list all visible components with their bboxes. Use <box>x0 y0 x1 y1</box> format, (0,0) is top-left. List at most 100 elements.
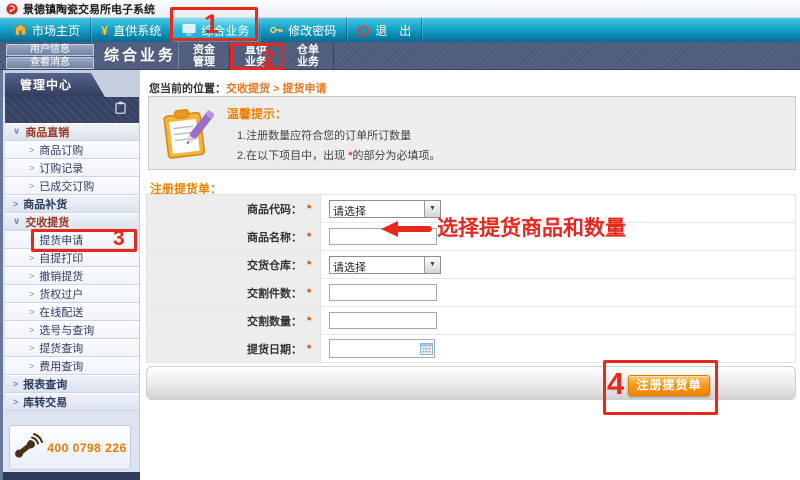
required-star: * <box>307 287 316 299</box>
field-control-cell: 请选择 <box>321 195 795 222</box>
titlebar: 景德镇陶瓷交易所电子系统 <box>0 0 800 18</box>
sidebar-item-label: 交收提货 <box>25 214 69 230</box>
dropdown-arrow-icon[interactable] <box>424 257 440 273</box>
sidebar-item-label: 商品补货 <box>23 196 67 212</box>
sidebar-item-warehouse-transfer[interactable]: > 库转交易 <box>5 393 139 411</box>
menu-item-direct-supply-system[interactable]: ¥ 直供系统 <box>91 18 172 42</box>
field-control-cell <box>321 335 795 362</box>
main-menubar: 市场主页 ¥ 直供系统 综合业务 修改密码 退 出 <box>0 18 800 42</box>
lot-count-input[interactable] <box>329 284 437 301</box>
sidebar-item-completed-orders[interactable]: >已成交订购 <box>5 177 139 195</box>
required-star: * <box>307 343 316 355</box>
sidebar-menu: ∨商品直销 >商品订购 >订购记录 >已成交订购 >商品补货 ∨交收提货 >提货… <box>5 123 139 411</box>
field-label-cell: 商品名称： * <box>147 223 321 250</box>
sidebar-item-label: 库转交易 <box>23 394 67 410</box>
chevron-right-icon: > <box>29 343 34 353</box>
field-label: 交割数量： <box>247 313 302 329</box>
quantity-input[interactable] <box>329 312 437 329</box>
field-label-cell: 商品代码： * <box>147 195 321 222</box>
sidebar-item-online-delivery[interactable]: >在线配送 <box>5 303 139 321</box>
breadcrumb: 您当前的位置：交收提货 > 提货申请 <box>149 80 327 96</box>
subnav-item-warehouse-receipt[interactable]: 仓单 业务 <box>282 42 334 70</box>
sidebar-item-label: 撤销提货 <box>39 268 83 284</box>
chevron-right-icon: > <box>29 271 34 281</box>
sidebar-item-cancel-pickup[interactable]: > 撤销提货 <box>5 267 139 285</box>
subnav-item-line: 资金 <box>179 44 229 56</box>
view-messages-button[interactable]: 查看消息 <box>6 57 94 69</box>
required-star: * <box>307 259 316 271</box>
product-name-input[interactable] <box>329 228 437 245</box>
field-label: 交割件数： <box>247 285 302 301</box>
field-label-cell: 交割数量： * <box>147 307 321 334</box>
chevron-right-icon: > <box>29 181 34 191</box>
sidebar-item-fee-query[interactable]: > 费用查询 <box>5 357 139 375</box>
sidebar-tab-row: 管理中心 <box>3 70 139 97</box>
notice-line-2: 2.在以下项目中，出现 *的部分为必填项。 <box>237 147 441 163</box>
sidebar-item-number-select-query[interactable]: >选号与查询 <box>5 321 139 339</box>
required-star: * <box>307 315 316 327</box>
chevron-down-icon: ∨ <box>13 216 20 227</box>
chevron-right-icon: > <box>13 397 18 407</box>
sidebar-item-label: 在线配送 <box>39 304 83 320</box>
select-value: 请选择 <box>330 201 424 217</box>
menu-item-logout[interactable]: 退 出 <box>347 18 422 42</box>
form-row-product-name: 商品名称： * <box>147 223 795 251</box>
notice-line-1: 1.注册数量应符合您的订单所订数量 <box>237 127 411 143</box>
app-title: 景德镇陶瓷交易所电子系统 <box>23 1 155 17</box>
field-control-cell: 请选择 <box>321 251 795 278</box>
warehouse-select[interactable]: 请选择 <box>329 256 441 274</box>
pickup-form: 商品代码： * 请选择 商品名称： * <box>146 194 796 363</box>
chevron-right-icon: > <box>29 361 34 371</box>
sidebar-item-self-pickup-print[interactable]: >自提打印 <box>5 249 139 267</box>
field-label-cell: 交货仓库： * <box>147 251 321 278</box>
sidebar-item-order-records[interactable]: > 订购记录 <box>5 159 139 177</box>
sidebar-item-label: 提货申请 <box>39 232 83 248</box>
sidebar-item-pickup-application[interactable]: >提货申请 <box>5 231 139 249</box>
field-label: 商品代码： <box>247 201 302 217</box>
chevron-right-icon: > <box>13 199 18 209</box>
sidebar-item-label: 自提打印 <box>39 250 83 266</box>
subnav-item-line: 业务 <box>283 56 333 68</box>
sidebar-item-product-restock[interactable]: > 商品补货 <box>5 195 139 213</box>
user-info-button[interactable]: 用户信息 <box>6 44 94 56</box>
chevron-down-icon: ∨ <box>13 126 20 137</box>
sidebar-header-tab[interactable]: 管理中心 <box>5 73 105 97</box>
select-value: 请选择 <box>330 257 424 273</box>
menu-item-change-password[interactable]: 修改密码 <box>260 18 347 42</box>
required-star: * <box>307 231 316 243</box>
chevron-right-icon: > <box>29 145 34 155</box>
sidebar-item-pickup-query[interactable]: >提货查询 <box>5 339 139 357</box>
menu-item-market-home[interactable]: 市场主页 <box>4 18 91 42</box>
notice-line-2-text: 的部分为必填项。 <box>353 150 441 162</box>
subnav-item-line: 直供 <box>231 44 281 56</box>
sidebar-item-label: 订购记录 <box>39 160 83 176</box>
calendar-icon[interactable] <box>420 342 433 360</box>
pickup-date-input[interactable] <box>329 339 435 358</box>
breadcrumb-path[interactable]: 交收提货 > 提货申请 <box>226 83 327 95</box>
subnav-item-funds-management[interactable]: 资金 管理 <box>178 42 230 70</box>
sidebar-item-product-order[interactable]: > 商品订购 <box>5 141 139 159</box>
sidebar-item-report-query[interactable]: >报表查询 <box>5 375 139 393</box>
power-icon <box>357 24 370 37</box>
phone-card: 400 0798 226 <box>9 425 131 470</box>
sidebar-item-delivery-pickup[interactable]: ∨ 交收提货 <box>5 213 139 231</box>
sidebar-item-label: 选号与查询 <box>39 322 94 338</box>
menu-item-integrated-business[interactable]: 综合业务 <box>172 18 260 42</box>
dropdown-arrow-icon[interactable] <box>424 201 440 217</box>
notepad-pencil-icon <box>161 105 219 166</box>
subnav-item-direct-supply[interactable]: 直供 业务 <box>230 42 282 70</box>
sidebar-item-label: 报表查询 <box>23 376 67 392</box>
product-code-select[interactable]: 请选择 <box>329 200 441 218</box>
notice-title: 温馨提示： <box>227 105 287 122</box>
field-label-cell: 交割件数： * <box>147 279 321 306</box>
chevron-right-icon: > <box>29 289 34 299</box>
sidebar-item-product-direct-sale[interactable]: ∨商品直销 <box>5 123 139 141</box>
sidebar-item-ownership-transfer[interactable]: >货权过户 <box>5 285 139 303</box>
sidebar-item-label: 商品订购 <box>39 142 83 158</box>
field-label: 商品名称： <box>247 229 302 245</box>
menu-item-label: 退 出 <box>375 22 411 39</box>
form-row-product-code: 商品代码： * 请选择 <box>147 195 795 223</box>
chevron-right-icon: > <box>29 163 34 173</box>
submit-button[interactable]: 注册提货单 <box>628 375 710 396</box>
sidebar-item-label: 费用查询 <box>39 358 83 374</box>
